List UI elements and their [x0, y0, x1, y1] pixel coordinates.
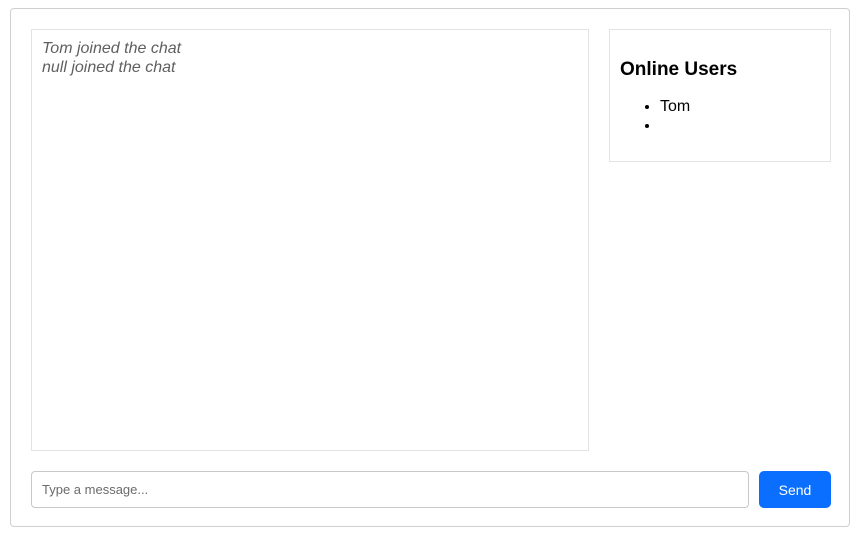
system-message: Tom joined the chat [42, 40, 182, 57]
online-users-title: Online Users [620, 59, 738, 80]
message-input[interactable] [31, 471, 749, 508]
online-users-list: Tom [620, 97, 820, 135]
online-user-item: Tom [660, 97, 820, 116]
message-log[interactable]: Tom joined the chat null joined the chat [31, 29, 589, 451]
online-user-item [660, 116, 820, 135]
chat-app: Tom joined the chat null joined the chat… [10, 8, 850, 527]
system-message: null joined the chat [42, 59, 176, 76]
send-button[interactable]: Send [759, 471, 831, 508]
online-users-panel: Online Users Tom [609, 29, 831, 162]
message-composer: Send [31, 471, 831, 508]
